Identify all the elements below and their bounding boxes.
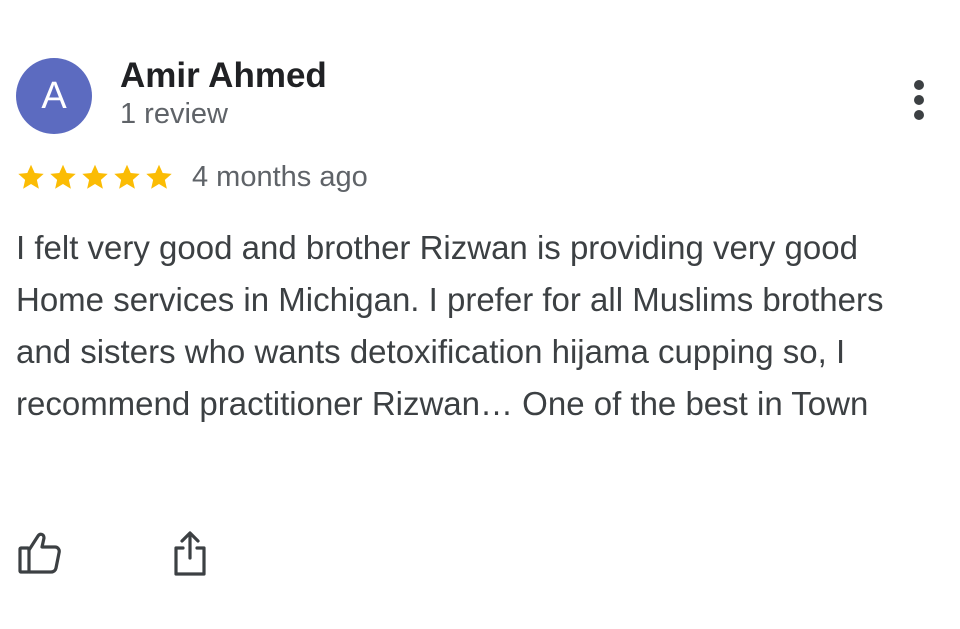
star-rating (16, 162, 174, 192)
like-button[interactable] (16, 528, 64, 578)
reviewer-name[interactable]: Amir Ahmed (120, 56, 327, 96)
share-icon (174, 531, 206, 576)
share-button[interactable] (166, 528, 214, 578)
review-text: I felt very good and brother Rizwan is p… (16, 229, 884, 422)
more-vert-icon (914, 80, 924, 90)
thumbs-up-icon (18, 532, 61, 574)
star-icon (146, 164, 172, 189)
star-icon (114, 164, 140, 189)
review-count: 1 review (120, 98, 228, 130)
star-icon (82, 164, 108, 189)
more-vert-icon-dot (914, 110, 924, 120)
more-vert-icon-dot (914, 95, 924, 105)
star-icon (50, 164, 76, 189)
avatar[interactable]: A (16, 58, 92, 134)
review-date: 4 months ago (192, 160, 368, 193)
more-options-button[interactable] (900, 76, 940, 124)
rating-row: 4 months ago (16, 158, 368, 196)
review-card: A Amir Ahmed 1 review 4 months ago I fel… (0, 0, 960, 629)
star-icon (18, 164, 44, 189)
